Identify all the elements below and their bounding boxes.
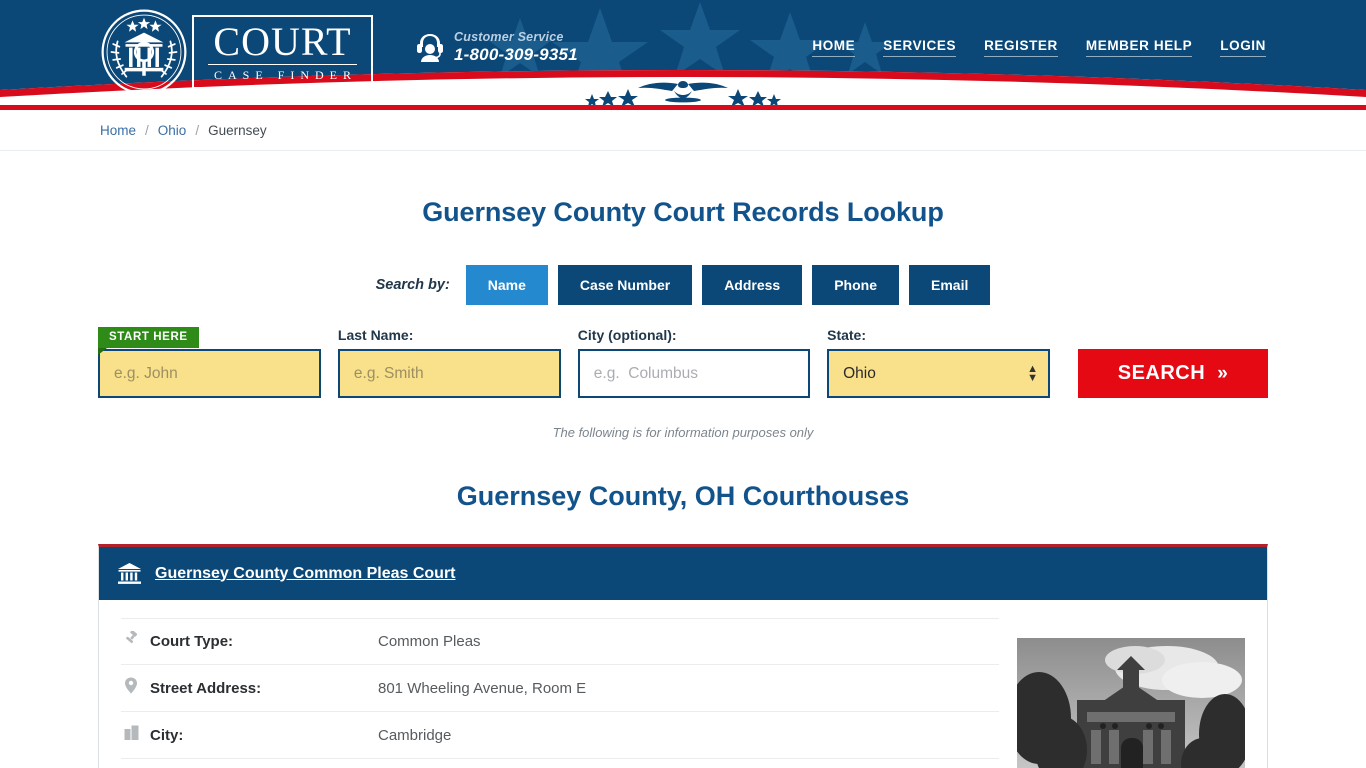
court-card-header: Guernsey County Common Pleas Court [99,547,1267,600]
city-input[interactable] [577,349,811,398]
court-detail-list: Court Type: Common Pleas Street Address:… [121,618,1017,768]
nav-home[interactable]: HOME [812,38,856,57]
site-logo[interactable]: COURT CASE FINDER [100,8,374,96]
state-field-group: State: Ohio ▲ ▼ [827,327,1050,398]
detail-row: City: Cambridge [121,712,999,759]
gavel-icon [121,630,141,652]
tab-name[interactable]: Name [465,265,548,305]
tab-phone[interactable]: Phone [812,265,899,305]
eagle-stars-emblem-icon [585,81,781,105]
disclaimer-text: The following is for information purpose… [552,425,814,440]
courthouse-photo [1017,638,1245,768]
customer-service-phone[interactable]: 1-800-309-9351 [454,46,578,64]
start-here-badge: START HERE [98,327,199,355]
search-button[interactable]: SEARCH » [1078,349,1268,398]
nav-member-help[interactable]: MEMBER HELP [1085,38,1193,57]
detail-label: Court Type: [150,633,234,650]
map-pin-icon [121,677,141,699]
breadcrumb-separator: / [145,122,149,138]
tab-case-number[interactable]: Case Number [557,265,693,305]
detail-row: Court Type: Common Pleas [121,618,999,665]
site-header: COURT CASE FINDER Customer Service 1-800… [0,0,1366,105]
city-field-group: City (optional): [577,327,811,398]
court-name-link[interactable]: Guernsey County Common Pleas Court [155,565,456,583]
tab-email[interactable]: Email [909,265,991,305]
double-chevron-right-icon: » [1217,362,1229,384]
main-content: Guernsey County Court Records Lookup Sea… [0,197,1366,768]
city-icon [121,725,141,745]
search-by-label: Search by: [375,277,450,293]
breadcrumb-home[interactable]: Home [100,123,136,138]
detail-label: Street Address: [150,679,262,697]
detail-value: Common Pleas [378,633,481,650]
nav-services[interactable]: SERVICES [883,38,957,57]
city-label: City (optional): [577,327,677,343]
logo-sub-text: CASE FINDER [208,64,358,82]
main-navigation: HOME SERVICES REGISTER MEMBER HELP LOGIN [812,38,1266,57]
page-title: Guernsey County Court Records Lookup [422,197,944,227]
state-label: State: [827,327,867,343]
detail-label: City: [150,726,184,744]
court-card-body: Court Type: Common Pleas Street Address:… [99,600,1267,768]
state-select[interactable]: Ohio [827,349,1050,398]
detail-value: Cambridge [378,726,452,744]
breadcrumb-guernsey: Guernsey [208,122,267,138]
last-name-field-group: Last Name: [337,327,561,398]
breadcrumb-ohio[interactable]: Ohio [158,123,187,138]
detail-row: Street Address: 801 Wheeling Avenue, Roo… [121,665,999,712]
logo-main-text: COURT [213,19,352,64]
detail-value: 801 Wheeling Avenue, Room E [378,679,587,697]
first-name-input[interactable] [98,349,321,398]
breadcrumb: Home / Ohio / Guernsey [0,110,1366,151]
tab-address[interactable]: Address [702,265,803,305]
last-name-label: Last Name: [337,327,414,343]
court-card: Guernsey County Common Pleas Court Court… [98,544,1268,768]
search-by-tabs: Search by: Name Case Number Address Phon… [0,265,1366,305]
courthouse-building-icon [118,563,141,584]
customer-service-block: Customer Service 1-800-309-9351 [415,30,578,64]
breadcrumb-separator: / [195,122,200,138]
search-button-label: SEARCH [1117,362,1206,384]
search-form: START HERE First Name: Last Name: City (… [0,327,1366,398]
last-name-input[interactable] [337,349,561,398]
section-title: Guernsey County, OH Courthouses [456,481,910,511]
nav-register[interactable]: REGISTER [984,38,1058,57]
nav-login[interactable]: LOGIN [1220,38,1266,57]
customer-service-label: Customer Service [454,30,564,44]
headset-support-icon [417,34,444,63]
court-seal-icon [101,9,187,95]
